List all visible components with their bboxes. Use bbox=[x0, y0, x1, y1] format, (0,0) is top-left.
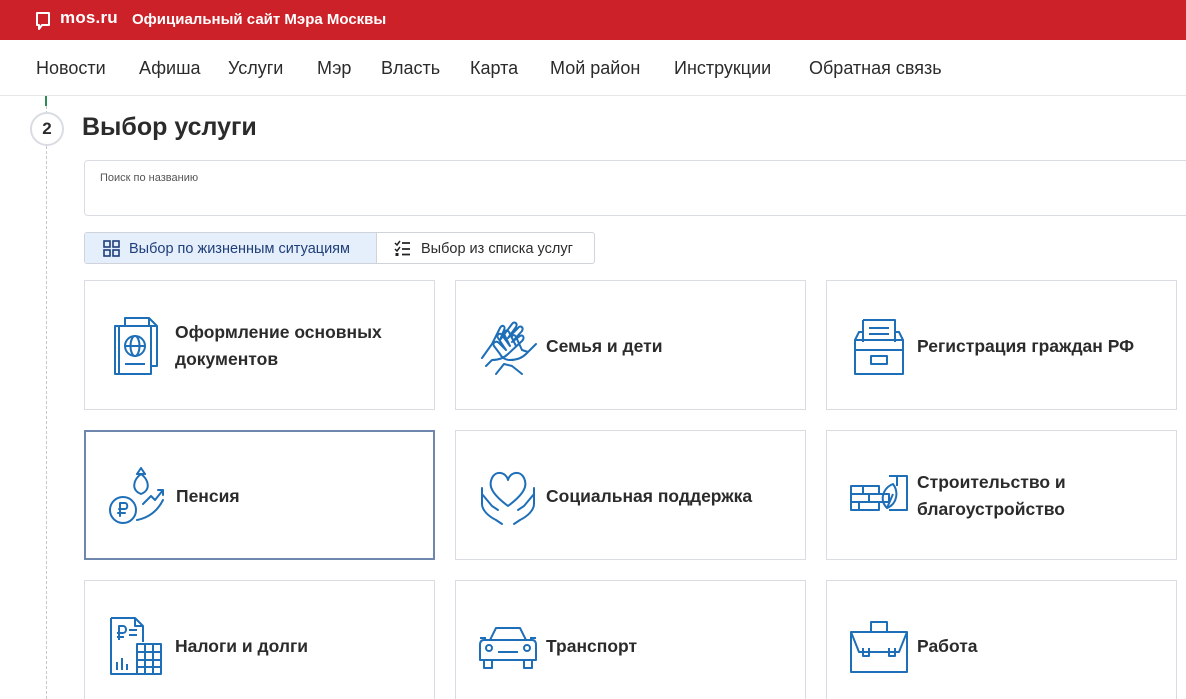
toggle-life-situations[interactable]: Выбор по жизненным ситуациям bbox=[85, 233, 376, 263]
search-input[interactable] bbox=[99, 189, 1159, 211]
category-label-line2: благоустройство bbox=[917, 499, 1065, 519]
nav-item-instructions[interactable]: Инструкции bbox=[674, 58, 771, 79]
category-card-family[interactable]: Семья и дети bbox=[455, 280, 806, 410]
category-label: Пенсия bbox=[176, 486, 240, 506]
grid-icon bbox=[103, 240, 120, 257]
file-cabinet-icon bbox=[854, 319, 904, 375]
category-card-transport[interactable]: Транспорт bbox=[455, 580, 806, 699]
nav-item-afisha[interactable]: Афиша bbox=[139, 58, 201, 79]
car-icon bbox=[479, 627, 537, 669]
pension-money-icon bbox=[109, 467, 164, 524]
category-label: Налоги и долги bbox=[175, 636, 309, 656]
step-title: Выбор услуги bbox=[82, 113, 257, 141]
nav-item-services[interactable]: Услуги bbox=[228, 58, 283, 79]
briefcase-icon bbox=[850, 621, 908, 673]
category-label-line1: Оформление основных bbox=[175, 322, 382, 342]
logo-text[interactable]: mos.ru bbox=[60, 8, 118, 28]
top-bar: mos.ru Официальный сайт Мэра Москвы bbox=[0, 0, 1186, 40]
category-card-taxes[interactable]: Налоги и долги bbox=[84, 580, 435, 699]
bricks-leaf-icon bbox=[850, 475, 908, 511]
category-card-work[interactable]: Работа bbox=[826, 580, 1177, 699]
step-number: 2 bbox=[30, 112, 64, 146]
nav-item-my-district[interactable]: Мой район bbox=[550, 58, 640, 79]
category-label: Семья и дети bbox=[546, 336, 663, 356]
nav-item-map[interactable]: Карта bbox=[470, 58, 518, 79]
nav-item-feedback[interactable]: Обратная связь bbox=[809, 58, 942, 79]
passport-icon bbox=[114, 317, 158, 375]
category-label: Социальная поддержка bbox=[546, 486, 753, 506]
category-card-pension[interactable]: Пенсия bbox=[84, 430, 435, 560]
step-rail-progress bbox=[45, 96, 47, 106]
category-label-line1: Строительство и bbox=[917, 472, 1066, 492]
category-label: Транспорт bbox=[546, 636, 638, 656]
category-label: Работа bbox=[917, 636, 978, 656]
site-title: Официальный сайт Мэра Москвы bbox=[132, 11, 387, 28]
category-card-social-support[interactable]: Социальная поддержка bbox=[455, 430, 806, 560]
category-card-documents[interactable]: Оформление основных документов bbox=[84, 280, 435, 410]
toggle-service-list-label: Выбор из списка услуг bbox=[421, 241, 573, 257]
category-label: Регистрация граждан РФ bbox=[917, 336, 1135, 356]
step-rail bbox=[46, 96, 47, 699]
category-card-registration[interactable]: Регистрация граждан РФ bbox=[826, 280, 1177, 410]
nav-item-news[interactable]: Новости bbox=[36, 58, 106, 79]
toggle-life-situations-label: Выбор по жизненным ситуациям bbox=[129, 241, 350, 257]
search-label: Поиск по названию bbox=[100, 172, 199, 184]
tax-calculator-icon bbox=[110, 617, 162, 675]
nav-item-mayor[interactable]: Мэр bbox=[317, 58, 351, 79]
category-card-construction[interactable]: Строительство и благоустройство bbox=[826, 430, 1177, 560]
toggle-service-list[interactable]: Выбор из списка услуг bbox=[377, 233, 594, 263]
mos-logo-icon[interactable] bbox=[36, 12, 50, 30]
main-nav: Новости Афиша Услуги Мэр Власть Карта Мо… bbox=[0, 40, 1186, 96]
heart-hands-icon bbox=[481, 472, 535, 525]
checklist-icon bbox=[394, 240, 410, 256]
view-toggle: Выбор по жизненным ситуациям Выбор из сп… bbox=[84, 232, 595, 264]
hands-icon bbox=[481, 321, 537, 375]
category-label-line2: документов bbox=[175, 349, 279, 369]
search-field[interactable]: Поиск по названию bbox=[84, 160, 1186, 216]
nav-item-government[interactable]: Власть bbox=[381, 58, 440, 79]
